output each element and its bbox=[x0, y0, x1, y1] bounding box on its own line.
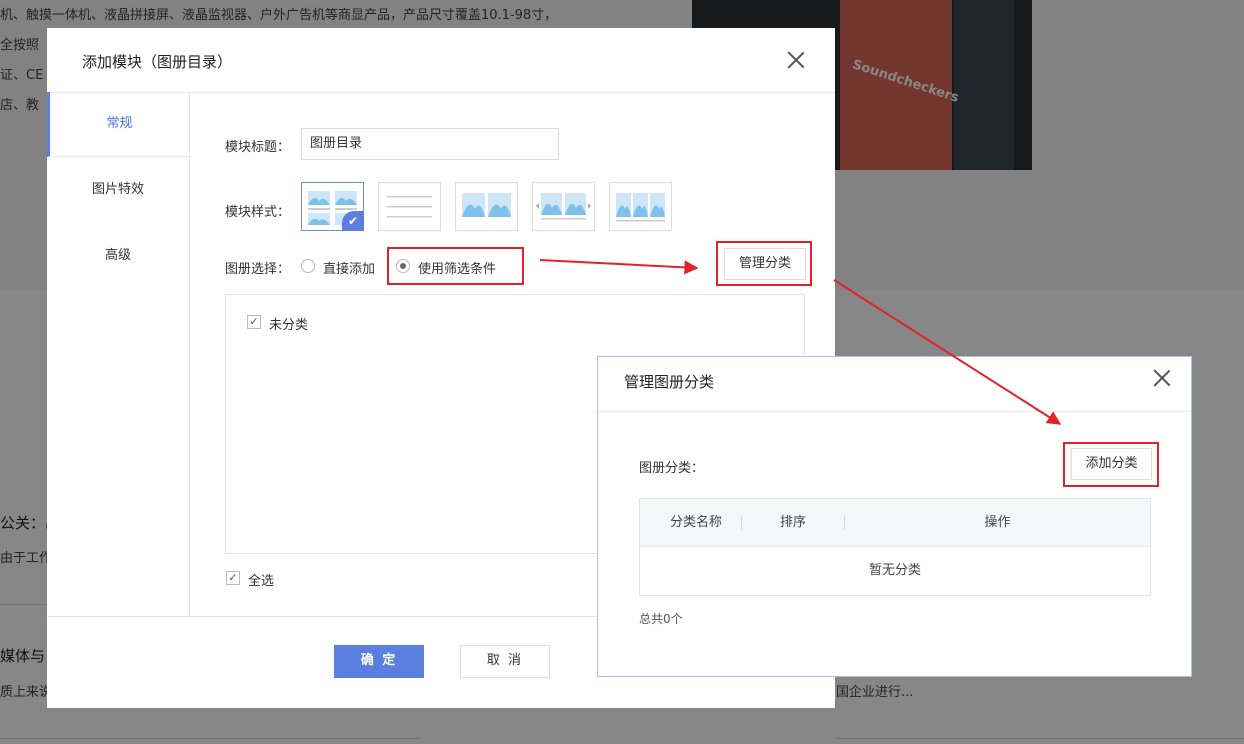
album-select-label: 图册选择： bbox=[225, 262, 291, 277]
tab-general[interactable]: 常规 bbox=[47, 92, 189, 157]
dialog-side-tabs: 常规 图片特效 高级 bbox=[47, 92, 190, 616]
category-table-body: 暂无分类 bbox=[639, 547, 1151, 596]
radio-use-filter-label[interactable]: 使用筛选条件 bbox=[418, 258, 496, 277]
category-label: 图册分类： bbox=[639, 461, 705, 476]
manage-dialog-title: 管理图册分类 bbox=[624, 373, 715, 391]
column-header-actions: 操作 bbox=[984, 515, 1011, 530]
dialog-header: 添加模块（图册目录） bbox=[47, 28, 835, 93]
style-strip-preview-icon bbox=[616, 193, 665, 222]
column-header-name: 分类名称 bbox=[669, 515, 722, 530]
style-option-list[interactable] bbox=[378, 182, 441, 231]
manage-dialog-header: 管理图册分类 bbox=[598, 357, 1191, 412]
radio-direct-add-label[interactable]: 直接添加 bbox=[323, 258, 375, 277]
module-title-label: 模块标题： bbox=[225, 140, 291, 155]
style-cards-preview-icon bbox=[462, 193, 511, 217]
close-icon[interactable] bbox=[1153, 369, 1171, 387]
confirm-button[interactable]: 确 定 bbox=[334, 645, 424, 678]
checkbox-select-all[interactable]: ✓ bbox=[226, 571, 240, 585]
module-title-input[interactable]: 图册目录 bbox=[301, 128, 559, 160]
list-item-label: 未分类 bbox=[269, 318, 309, 333]
style-carousel-preview-icon bbox=[536, 193, 591, 220]
style-option-carousel[interactable] bbox=[532, 182, 595, 231]
total-count: 总共0个 bbox=[639, 612, 683, 626]
tab-advanced[interactable]: 高级 bbox=[47, 224, 189, 288]
style-list-preview-icon bbox=[387, 196, 432, 218]
radio-direct-add[interactable] bbox=[301, 259, 315, 273]
style-option-cards[interactable] bbox=[455, 182, 518, 231]
close-icon[interactable] bbox=[787, 51, 805, 69]
category-table-header: 分类名称 排序 操作 bbox=[639, 498, 1151, 547]
check-icon: ✔ bbox=[342, 211, 364, 231]
style-option-strip[interactable] bbox=[609, 182, 672, 231]
cancel-button[interactable]: 取 消 bbox=[460, 645, 550, 678]
tab-image-effects[interactable]: 图片特效 bbox=[47, 158, 189, 222]
empty-text: 暂无分类 bbox=[868, 563, 921, 578]
select-all-label: 全选 bbox=[248, 574, 275, 589]
checkbox-uncategorized[interactable]: ✓ bbox=[247, 315, 261, 329]
style-option-grid[interactable]: ✔ bbox=[301, 182, 364, 231]
manage-category-button[interactable]: 管理分类 bbox=[724, 248, 806, 280]
column-header-order: 排序 bbox=[779, 515, 806, 530]
add-category-button[interactable]: 添加分类 bbox=[1071, 448, 1152, 480]
dialog-title: 添加模块（图册目录） bbox=[82, 53, 233, 71]
radio-use-filter[interactable] bbox=[396, 259, 410, 273]
manage-category-dialog: 管理图册分类 图册分类： 添加分类 分类名称 排序 操作 暂无分类 总共0个 bbox=[597, 356, 1192, 677]
module-style-label: 模块样式： bbox=[225, 205, 291, 220]
